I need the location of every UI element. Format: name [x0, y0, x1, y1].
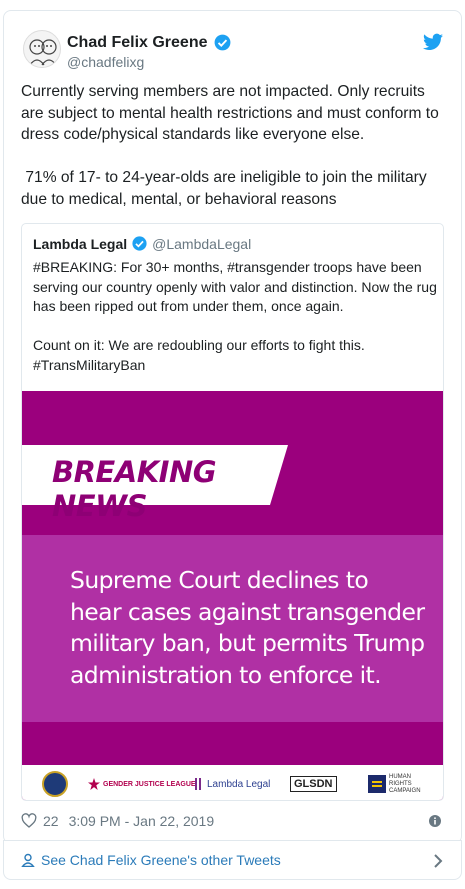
glsdn-text: GLSDN	[290, 776, 337, 792]
heart-icon[interactable]	[21, 813, 37, 829]
verified-badge-icon	[214, 34, 230, 51]
breaking-news-ribbon: BREAKING NEWS	[22, 445, 292, 523]
gender-justice-league-text: GENDER JUSTICE LEAGUE	[103, 780, 196, 788]
author-name-text[interactable]: Chad Felix Greene	[67, 34, 208, 52]
quoted-tweet-text: #BREAKING: For 30+ months, #transgender …	[33, 259, 437, 373]
author-avatar[interactable]	[23, 30, 61, 68]
info-icon[interactable]	[429, 815, 441, 827]
tweet-metadata: 22 3:09 PM - Jan 22, 2019	[21, 813, 214, 829]
chevron-right-icon[interactable]	[433, 854, 443, 868]
media-headline: Supreme Court declines to hear cases aga…	[70, 566, 425, 689]
author-handle[interactable]: @chadfelixg	[67, 54, 144, 70]
tweet-text: Currently serving members are not impact…	[21, 83, 439, 208]
hrc-logo: HUMAN RIGHTS CAMPAIGN	[368, 771, 421, 797]
quoted-author-handle: @LambdaLegal	[152, 235, 252, 252]
quoted-tweet[interactable]: Lambda Legal @LambdaLegal #BREAKING: For…	[21, 223, 444, 801]
quoted-tweet-header: Lambda Legal @LambdaLegal	[33, 235, 251, 252]
gender-justice-league-logo: GENDER JUSTICE LEAGUE	[88, 771, 196, 797]
other-tweets-label[interactable]: See Chad Felix Greene's other Tweets	[41, 852, 281, 868]
quoted-tweet-image[interactable]: BREAKING NEWS Supreme Court declines to …	[22, 391, 443, 800]
partner-logos: GENDER JUSTICE LEAGUE Lambda Legal GLSDN…	[22, 765, 443, 800]
like-count[interactable]: 22	[43, 813, 59, 829]
glsdn-logo: GLSDN	[290, 771, 337, 797]
tweet-timestamp[interactable]: 3:09 PM - Jan 22, 2019	[69, 813, 215, 829]
avatar-illustration	[29, 39, 57, 66]
twitter-bird-icon[interactable]	[423, 33, 443, 51]
seal-logo	[42, 771, 68, 797]
breaking-news-text: BREAKING NEWS	[52, 455, 217, 523]
hrc-text: HUMAN RIGHTS CAMPAIGN	[389, 773, 421, 794]
lambda-legal-text: Lambda Legal	[207, 778, 271, 790]
other-tweets-link[interactable]: See Chad Felix Greene's other Tweets	[3, 840, 462, 880]
lambda-legal-logo: Lambda Legal	[194, 771, 270, 797]
verified-badge-icon	[132, 236, 147, 251]
person-icon	[21, 853, 35, 867]
author-name[interactable]: Chad Felix Greene	[67, 33, 232, 52]
quoted-author-name: Lambda Legal	[33, 235, 128, 252]
headline-band: Supreme Court declines to hear cases aga…	[22, 535, 443, 722]
